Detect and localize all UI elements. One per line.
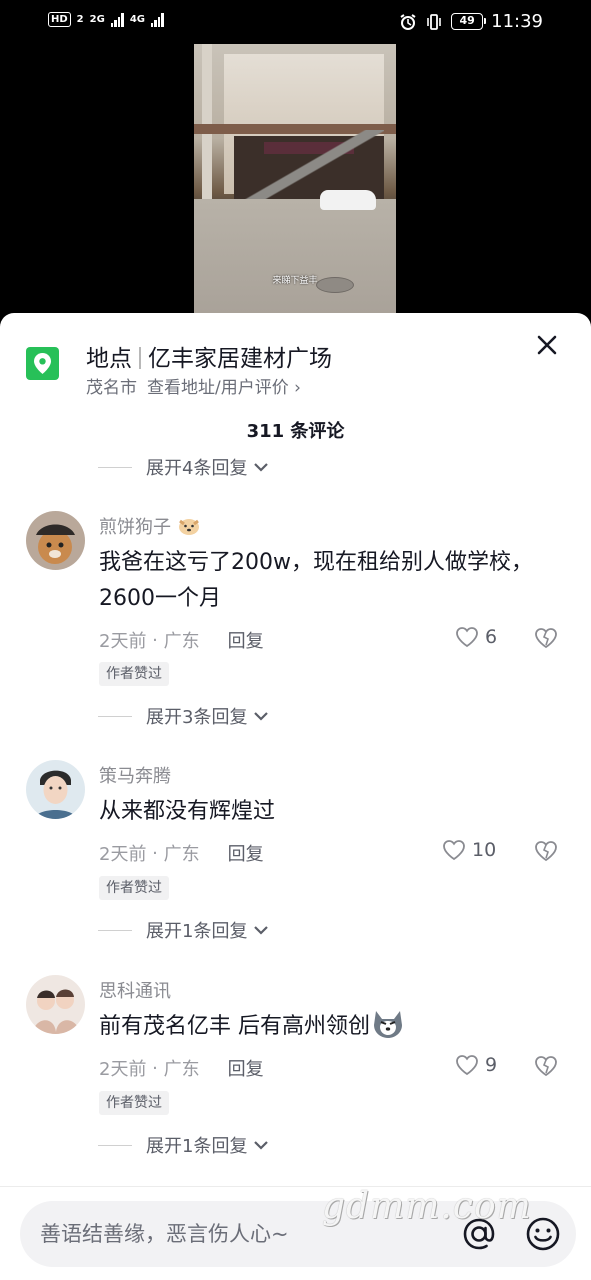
hd-icon: HD <box>48 12 71 27</box>
like-count: 9 <box>485 1054 498 1076</box>
broken-heart-icon[interactable] <box>534 1055 558 1077</box>
avatar[interactable] <box>26 511 85 570</box>
comment-text: 前有茂名亿丰 后有高州领创 <box>99 1009 549 1045</box>
author-liked-badge: 作者赞过 <box>99 1091 169 1115</box>
expand-line <box>98 1144 132 1146</box>
reply-button[interactable]: 回复 <box>228 627 264 653</box>
watermark: gdmm.com <box>322 1186 532 1227</box>
location-name: 亿丰家居建材广场 <box>148 346 332 372</box>
comment-text-content: 前有茂名亿丰 后有高州领创 <box>99 1014 370 1039</box>
video-caption: 来睇下益丰 <box>272 276 318 286</box>
battery-icon: 49 <box>451 13 487 30</box>
vibrate-icon <box>427 13 441 30</box>
status-right: 49 11:39 <box>399 11 543 32</box>
like-count: 10 <box>472 839 497 861</box>
comments-count: 311 条评论 <box>246 421 345 442</box>
chevron-down-icon <box>254 463 269 472</box>
comment-meta: 2天前 · 广东 回复 <box>99 627 264 653</box>
reply-button[interactable]: 回复 <box>228 840 264 866</box>
screen: HD 2 2G 4G 49 11:39 来睇下益丰 地点 亿丰家居建材广场 茂名… <box>0 0 591 1280</box>
expand-replies-button[interactable]: 展开4条回复 <box>98 454 269 480</box>
network-label-1: 2G <box>89 14 105 25</box>
video-scene-ground <box>194 199 396 314</box>
comment-region: 广东 <box>163 844 200 865</box>
video-player[interactable]: 来睇下益丰 <box>194 44 396 314</box>
location-link[interactable]: 查看地址/用户评价 › <box>147 378 301 398</box>
close-icon[interactable] <box>535 333 559 357</box>
husky-emoji-icon <box>374 1011 402 1038</box>
expand-label: 展开1条回复 <box>146 921 248 942</box>
comment-text: 从来都没有辉煌过 <box>99 799 276 824</box>
location-card[interactable]: 地点 亿丰家居建材广场 茂名市 查看地址/用户评价 › <box>26 339 566 399</box>
comment-author[interactable]: 策马奔腾 <box>99 762 171 788</box>
expand-replies-button[interactable]: 展开1条回复 <box>98 917 269 943</box>
expand-line <box>98 715 132 717</box>
expand-line <box>98 929 132 931</box>
alarm-icon <box>400 13 416 30</box>
sim-label: 2 <box>76 14 84 25</box>
dog-emoji-icon <box>178 519 199 535</box>
author-liked-badge: 作者赞过 <box>99 876 169 900</box>
location-subtitle: 茂名市 查看地址/用户评价 › <box>86 373 301 398</box>
like-count: 6 <box>485 626 498 648</box>
location-title: 地点 亿丰家居建材广场 <box>86 339 332 373</box>
status-bar: HD 2 2G 4G 49 11:39 <box>0 0 591 44</box>
location-pin-icon <box>26 347 59 380</box>
like-button[interactable]: 9 <box>455 1054 497 1076</box>
comment-region: 广东 <box>163 631 200 652</box>
avatar[interactable] <box>26 975 85 1034</box>
title-separator <box>139 347 141 369</box>
broken-heart-icon[interactable] <box>534 627 558 649</box>
chevron-down-icon <box>254 1141 269 1150</box>
like-button[interactable]: 6 <box>455 626 497 648</box>
expand-label: 展开4条回复 <box>146 458 248 479</box>
avatar[interactable] <box>26 760 85 819</box>
heart-icon <box>456 627 478 648</box>
expand-replies-button[interactable]: 展开3条回复 <box>98 703 269 729</box>
comment-time: 2天前 <box>99 1059 147 1080</box>
chevron-down-icon <box>254 926 269 935</box>
video-scene-car <box>320 190 376 210</box>
comment-time: 2天前 <box>99 631 147 652</box>
comment-text: 我爸在这亏了200w，现在租给别人做学校，2600一个月 <box>99 550 533 611</box>
comment-meta: 2天前 · 广东 回复 <box>99 1055 264 1081</box>
comment-author[interactable]: 思科通讯 <box>99 977 171 1003</box>
like-button[interactable]: 10 <box>442 839 496 861</box>
status-left: HD 2 2G 4G <box>48 12 164 27</box>
reply-button[interactable]: 回复 <box>228 1055 264 1081</box>
author-liked-badge: 作者赞过 <box>99 662 169 686</box>
expand-replies-button[interactable]: 展开1条回复 <box>98 1132 269 1158</box>
expand-line <box>98 466 132 468</box>
expand-label: 展开1条回复 <box>146 1136 248 1157</box>
location-city: 茂名市 <box>86 378 137 398</box>
comment-author[interactable]: 煎饼狗子 <box>99 513 201 539</box>
heart-icon <box>456 1055 478 1076</box>
chevron-down-icon <box>254 712 269 721</box>
location-label: 地点 <box>86 346 132 372</box>
author-name: 煎饼狗子 <box>99 517 171 538</box>
signal-icon-2 <box>150 12 164 27</box>
broken-heart-icon[interactable] <box>534 840 558 862</box>
heart-icon <box>443 840 465 861</box>
expand-label: 展开3条回复 <box>146 707 248 728</box>
network-label-2: 4G <box>129 14 145 25</box>
comment-time: 2天前 <box>99 844 147 865</box>
clock: 11:39 <box>491 11 543 32</box>
signal-icon <box>110 12 124 27</box>
comments-sheet: 地点 亿丰家居建材广场 茂名市 查看地址/用户评价 › 311 条评论 展开4条回复… <box>0 313 591 1280</box>
comment-region: 广东 <box>163 1059 200 1080</box>
comment-meta: 2天前 · 广东 回复 <box>99 840 264 866</box>
